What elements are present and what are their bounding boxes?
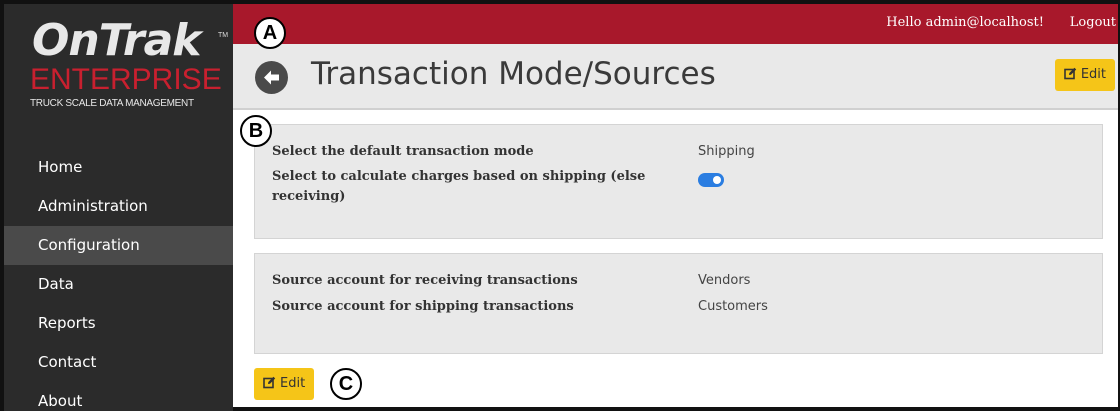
back-button[interactable] <box>255 61 288 94</box>
sidebar-nav: Home Administration Configuration Data R… <box>4 148 233 411</box>
page-title: Transaction Mode/Sources <box>311 56 716 92</box>
logo-main-text: OnTrak <box>32 15 202 66</box>
logo-enterprise-text: ENTERPRISE <box>30 63 222 96</box>
logo-trademark: TM <box>218 32 229 39</box>
sidebar-item-contact[interactable]: Contact <box>4 343 233 382</box>
calculate-charges-toggle[interactable] <box>698 173 724 187</box>
sidebar-item-administration[interactable]: Administration <box>4 187 233 226</box>
edit-button-bottom-label: Edit <box>280 376 306 391</box>
sidebar-item-home[interactable]: Home <box>4 148 233 187</box>
sidebar-item-about[interactable]: About <box>4 382 233 411</box>
toggle-knob <box>713 176 721 184</box>
receiving-source-label: Source account for receiving transaction… <box>272 273 578 288</box>
sidebar: OnTrak TM ENTERPRISE TRUCK SCALE DATA MA… <box>4 4 233 411</box>
user-greeting: Hello admin@localhost! <box>886 15 1044 30</box>
arrow-left-icon <box>264 70 279 85</box>
receiving-source-value: Vendors <box>698 273 751 288</box>
callout-a: A <box>254 17 286 49</box>
logout-link[interactable]: Logout <box>1070 15 1116 30</box>
pencil-square-icon <box>1064 67 1077 80</box>
edit-button-top[interactable]: Edit <box>1054 59 1115 91</box>
sidebar-item-reports[interactable]: Reports <box>4 304 233 343</box>
default-mode-label: Select the default transaction mode <box>272 144 534 159</box>
default-mode-value: Shipping <box>698 144 755 159</box>
pencil-square-icon <box>263 376 276 389</box>
callout-b: B <box>240 115 272 147</box>
calculate-charges-label: Select to calculate charges based on shi… <box>272 169 646 204</box>
edit-button-bottom[interactable]: Edit <box>254 368 315 400</box>
sidebar-item-configuration[interactable]: Configuration <box>4 226 233 265</box>
callout-c: C <box>330 368 362 400</box>
top-bar: Hello admin@localhost! Logout <box>233 4 1118 44</box>
transaction-mode-panel: Select the default transaction mode Ship… <box>254 124 1103 239</box>
ontrak-logo: OnTrak TM ENTERPRISE TRUCK SCALE DATA MA… <box>30 15 228 110</box>
edit-button-top-label: Edit <box>1080 67 1106 82</box>
source-accounts-panel: Source account for receiving transaction… <box>254 253 1103 354</box>
shipping-source-label: Source account for shipping transactions <box>272 299 574 314</box>
logo-tagline: TRUCK SCALE DATA MANAGEMENT <box>30 98 194 109</box>
shipping-source-value: Customers <box>698 299 768 314</box>
page-header: Transaction Mode/Sources Edit <box>233 44 1118 110</box>
sidebar-item-data[interactable]: Data <box>4 265 233 304</box>
